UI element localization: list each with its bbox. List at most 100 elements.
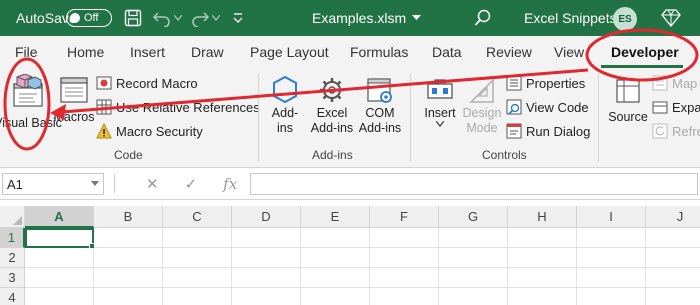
cell-f2[interactable] <box>370 248 439 268</box>
autosave-toggle[interactable]: Off <box>66 9 112 27</box>
run-dialog-button[interactable]: Run Dialog <box>506 123 590 139</box>
cell-h3[interactable] <box>508 268 577 288</box>
refresh-data-button[interactable]: Refre <box>652 123 700 139</box>
row-header-1[interactable]: 1 <box>0 228 25 248</box>
cell-f1[interactable] <box>370 228 439 248</box>
cell-j1[interactable] <box>646 228 700 248</box>
customize-qat-icon[interactable] <box>232 0 244 36</box>
cell-d3[interactable] <box>232 268 301 288</box>
cell-f4[interactable] <box>370 288 439 305</box>
column-header-i[interactable]: I <box>577 206 646 228</box>
column-header-a[interactable]: A <box>25 206 94 228</box>
addins-button[interactable]: Add-ins <box>264 74 306 136</box>
cell-c3[interactable] <box>163 268 232 288</box>
user-name[interactable]: Excel Snippets <box>524 0 617 36</box>
design-mode-button[interactable]: Design Mode <box>462 74 502 136</box>
xml-source-button[interactable]: Source <box>606 74 650 125</box>
save-icon[interactable] <box>124 0 142 36</box>
column-header-b[interactable]: B <box>94 206 163 228</box>
tab-page-layout[interactable]: Page Layout <box>250 44 329 60</box>
tab-home[interactable]: Home <box>67 44 104 60</box>
redo-icon[interactable] <box>190 0 210 36</box>
insert-control-button[interactable]: Insert <box>418 74 462 127</box>
cell-h4[interactable] <box>508 288 577 305</box>
tab-formulas[interactable]: Formulas <box>350 44 408 60</box>
cell-a3[interactable] <box>25 268 94 288</box>
cell-g4[interactable] <box>439 288 508 305</box>
column-header-c[interactable]: C <box>163 206 232 228</box>
cell-i3[interactable] <box>577 268 646 288</box>
cell-j3[interactable] <box>646 268 700 288</box>
select-all-button[interactable] <box>0 206 25 228</box>
undo-icon[interactable] <box>152 0 172 36</box>
macro-security-button[interactable]: Macro Security <box>96 123 203 139</box>
tab-data[interactable]: Data <box>432 44 462 60</box>
record-macro-button[interactable]: Record Macro <box>96 75 198 91</box>
cell-b3[interactable] <box>94 268 163 288</box>
column-header-g[interactable]: G <box>439 206 508 228</box>
cell-e1[interactable] <box>301 228 370 248</box>
tab-insert[interactable]: Insert <box>130 44 165 60</box>
cancel-icon[interactable]: ✕ <box>146 175 159 193</box>
name-box-dropdown-icon[interactable] <box>91 181 99 186</box>
cell-g3[interactable] <box>439 268 508 288</box>
cell-e4[interactable] <box>301 288 370 305</box>
cell-e2[interactable] <box>301 248 370 268</box>
row-header-3[interactable]: 3 <box>0 268 25 288</box>
tab-view[interactable]: View <box>554 44 584 60</box>
cell-j2[interactable] <box>646 248 700 268</box>
cell-i2[interactable] <box>577 248 646 268</box>
cell-c2[interactable] <box>163 248 232 268</box>
column-header-e[interactable]: E <box>301 206 370 228</box>
column-header-h[interactable]: H <box>508 206 577 228</box>
cell-f3[interactable] <box>370 268 439 288</box>
cell-a2[interactable] <box>25 248 94 268</box>
cell-g1[interactable] <box>439 228 508 248</box>
cell-i4[interactable] <box>577 288 646 305</box>
excel-addins-button[interactable]: Excel Add-ins <box>306 74 358 136</box>
cell-a4[interactable] <box>25 288 94 305</box>
column-header-d[interactable]: D <box>232 206 301 228</box>
cell-d2[interactable] <box>232 248 301 268</box>
cell-b4[interactable] <box>94 288 163 305</box>
avatar[interactable]: ES <box>613 7 637 31</box>
cell-i1[interactable] <box>577 228 646 248</box>
search-icon[interactable] <box>474 0 492 36</box>
tab-review[interactable]: Review <box>486 44 532 60</box>
cell-b1[interactable] <box>94 228 163 248</box>
row-header-2[interactable]: 2 <box>0 248 25 268</box>
tab-developer[interactable]: Developer <box>611 44 679 60</box>
column-header-f[interactable]: F <box>370 206 439 228</box>
cell-c4[interactable] <box>163 288 232 305</box>
cell-g2[interactable] <box>439 248 508 268</box>
cell-h2[interactable] <box>508 248 577 268</box>
cell-d1[interactable] <box>232 228 301 248</box>
cell-e3[interactable] <box>301 268 370 288</box>
row-header-4[interactable]: 4 <box>0 288 25 305</box>
cell-a1[interactable] <box>25 228 96 250</box>
tab-draw[interactable]: Draw <box>191 44 224 60</box>
column-header-j[interactable]: J <box>646 206 700 228</box>
cell-b2[interactable] <box>94 248 163 268</box>
macros-button[interactable]: Macros <box>54 74 95 125</box>
undo-dropdown-icon[interactable] <box>174 0 182 36</box>
insert-function-icon[interactable]: fx <box>223 175 237 193</box>
cell-j4[interactable] <box>646 288 700 305</box>
map-properties-button[interactable]: Map <box>652 75 697 91</box>
redo-dropdown-icon[interactable] <box>212 0 220 36</box>
name-box[interactable]: A1 <box>2 173 104 195</box>
view-code-button[interactable]: View Code <box>506 99 589 115</box>
cell-h1[interactable] <box>508 228 577 248</box>
properties-button[interactable]: Properties <box>506 75 585 91</box>
com-addins-button[interactable]: COM Add-ins <box>358 74 402 136</box>
enter-icon[interactable]: ✓ <box>185 175 198 193</box>
file-name[interactable]: Examples.xlsm <box>312 0 422 36</box>
diamond-icon[interactable] <box>661 0 681 36</box>
expansion-packs-button[interactable]: Expa <box>652 99 700 115</box>
visual-basic-button[interactable]: Visual Basic <box>0 74 62 131</box>
cell-c1[interactable] <box>163 228 232 248</box>
tab-file[interactable]: File <box>15 44 38 60</box>
formula-input[interactable] <box>250 173 698 195</box>
cell-d4[interactable] <box>232 288 301 305</box>
use-relative-references-button[interactable]: Use Relative References <box>96 99 260 115</box>
